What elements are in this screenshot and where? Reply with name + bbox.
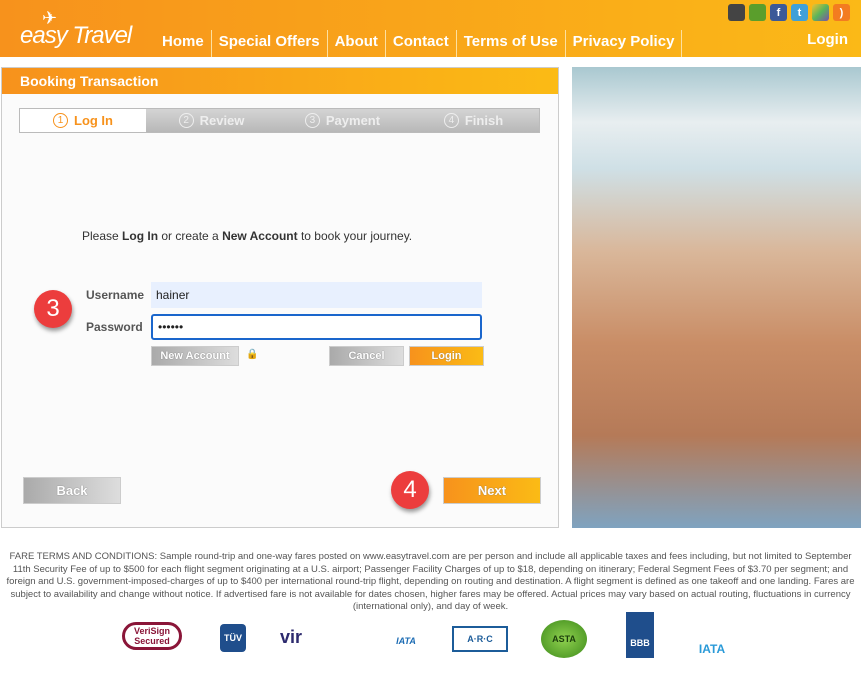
bbb-logo: BBB: [626, 612, 654, 658]
logo-text: easy Travel: [20, 22, 132, 49]
back-button[interactable]: Back: [23, 477, 121, 504]
nav-about[interactable]: About: [328, 30, 386, 57]
step-badge-3: 3: [34, 290, 72, 328]
nav-privacy[interactable]: Privacy Policy: [566, 30, 683, 57]
arc-logo: A·R·C: [452, 626, 508, 652]
cancel-button[interactable]: Cancel: [329, 346, 404, 366]
easytravel-logo[interactable]: ✈ easy Travel: [20, 8, 132, 50]
vir-logo: vir: [280, 626, 303, 647]
intro-text: to book your journey.: [297, 229, 413, 243]
tuv-logo: TÜV: [220, 624, 246, 652]
step-label: Log In: [74, 113, 113, 128]
plane-icon: ✈: [42, 8, 57, 28]
step-label: Payment: [325, 113, 381, 128]
header-login-link[interactable]: Login: [807, 31, 848, 48]
step-progress: 1 Log In 2 Review 3 Payment 4 Finish: [19, 108, 540, 133]
facebook-icon[interactable]: f: [770, 4, 787, 21]
beach-couple-photo: [572, 67, 861, 528]
fare-terms: FARE TERMS AND CONDITIONS: Sample round-…: [6, 551, 855, 612]
intro-text: Log In: [122, 229, 159, 243]
new-account-button[interactable]: New Account: [151, 346, 239, 366]
step-finish: 4 Finish: [408, 109, 539, 132]
panel-title: Booking Transaction: [2, 68, 558, 94]
iata-logo: IATA: [396, 636, 416, 646]
password-label: Password: [86, 320, 143, 334]
step-review: 2 Review: [146, 109, 277, 132]
nav-home[interactable]: Home: [155, 30, 212, 57]
intro-text: Please: [82, 229, 123, 243]
social-icons: f t ): [728, 4, 850, 21]
password-input[interactable]: ••••••: [151, 314, 482, 340]
twitter-icon[interactable]: t: [791, 4, 808, 21]
nav-special-offers[interactable]: Special Offers: [212, 30, 328, 57]
android-icon[interactable]: [749, 4, 766, 21]
step-number: 4: [443, 113, 459, 128]
username-input[interactable]: hainer: [151, 282, 482, 308]
intro-text: or create a: [158, 229, 223, 243]
booking-panel: Booking Transaction 1 Log In 2 Review 3 Pay…: [1, 67, 559, 528]
site-header: ✈ easy Travel f t ) Home Special Offers A…: [0, 0, 861, 57]
step-label: Finish: [464, 113, 504, 128]
next-button[interactable]: Next: [443, 477, 541, 504]
step-number: 2: [178, 113, 194, 128]
nav-contact[interactable]: Contact: [386, 30, 457, 57]
verisign-logo: VeriSign Secured: [122, 622, 182, 650]
trust-logos: VeriSign Secured TÜV vir IATA A·R·C ASTA…: [0, 612, 861, 662]
lock-icon: 🔒: [246, 349, 259, 360]
step-number: 3: [304, 113, 320, 128]
login-button[interactable]: Login: [409, 346, 484, 366]
apple-icon[interactable]: [728, 4, 745, 21]
intro-text: New Account: [222, 229, 298, 243]
step-payment: 3 Payment: [277, 109, 408, 132]
username-label: Username: [86, 288, 145, 302]
login-intro: Please Log In or create a New Account to…: [82, 229, 412, 243]
step-number: 1: [53, 113, 68, 128]
nav-terms[interactable]: Terms of Use: [457, 30, 566, 57]
rss-icon[interactable]: ): [833, 4, 850, 21]
step-badge-4: 4: [391, 471, 429, 509]
main-nav: Home Special Offers About Contact Terms …: [155, 30, 683, 57]
step-label: Review: [199, 113, 245, 128]
iata-logo-2: IATA: [698, 642, 726, 656]
asta-logo: ASTA: [541, 620, 587, 658]
step-login: 1 Log In: [20, 109, 146, 132]
multicolor-icon[interactable]: [812, 4, 829, 21]
